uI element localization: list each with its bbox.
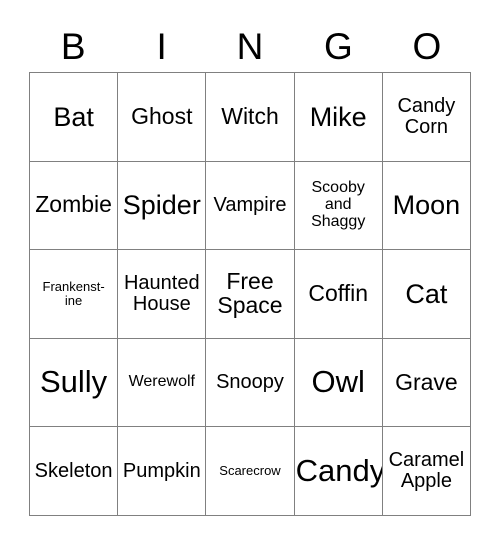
bingo-cell-label: Vampire — [213, 193, 287, 216]
bingo-cell-label: Werewolf — [128, 373, 195, 391]
bingo-cell-label: Spider — [122, 190, 201, 221]
bingo-cell[interactable]: Pumpkin — [118, 427, 207, 516]
bingo-cell-free-space[interactable]: Free Space — [206, 250, 295, 339]
bingo-cell[interactable]: Bat — [30, 73, 119, 162]
bingo-header-letter-g: G — [324, 25, 353, 67]
bingo-cell[interactable]: Mike — [294, 73, 383, 162]
bingo-cell[interactable]: Cat — [382, 250, 471, 339]
bingo-cell-label: Pumpkin — [122, 459, 201, 482]
bingo-cell-label: Cat — [405, 278, 448, 309]
bingo-header-letter-n: N — [236, 25, 264, 67]
bingo-cell[interactable]: Snoopy — [206, 338, 295, 428]
bingo-cell-label: Frankenst- ine — [42, 279, 105, 308]
bingo-cell[interactable]: Sully — [30, 338, 119, 428]
bingo-cell-label: Scarecrow — [219, 463, 281, 479]
bingo-cell-label: Snoopy — [216, 371, 284, 394]
bingo-cell[interactable]: Werewolf — [118, 338, 207, 428]
bingo-cell-label: Skeleton — [34, 459, 113, 482]
bingo-cell[interactable]: Zombie — [30, 161, 119, 251]
bingo-cell-label: Moon — [392, 190, 461, 221]
bingo-cell[interactable]: Grave — [382, 338, 471, 428]
bingo-cell-label: Free Space — [217, 268, 283, 318]
bingo-cell[interactable]: Scooby and Shaggy — [294, 161, 383, 251]
bingo-cell[interactable]: Ghost — [118, 73, 207, 162]
bingo-cell[interactable]: Frankenst- ine — [30, 250, 119, 339]
bingo-cell[interactable]: Candy Corn — [382, 73, 471, 162]
bingo-header-letter-o: O — [412, 25, 442, 67]
bingo-cell-label: Caramel Apple — [388, 449, 465, 493]
bingo-cell-label: Witch — [221, 102, 279, 129]
bingo-cell[interactable]: Witch — [206, 73, 295, 162]
bingo-card: B I N G O Bat Ghost Witch Mike Candy Cor… — [0, 0, 500, 544]
bingo-cell-label: Candy — [295, 453, 383, 489]
bingo-cell-label: Grave — [395, 368, 458, 395]
bingo-grid: Bat Ghost Witch Mike Candy Corn Zombie S… — [29, 72, 471, 516]
bingo-cell-label: Mike — [309, 101, 367, 132]
bingo-cell[interactable]: Candy — [294, 427, 383, 516]
bingo-cell[interactable]: Skeleton — [30, 427, 119, 516]
bingo-cell-label: Owl — [311, 364, 365, 400]
bingo-header-letter-b: B — [60, 25, 86, 67]
bingo-cell[interactable]: Coffin — [294, 250, 383, 339]
bingo-cell[interactable]: Owl — [294, 338, 383, 428]
bingo-cell-label: Bat — [53, 101, 94, 132]
bingo-cell-label: Ghost — [131, 102, 193, 129]
bingo-cell[interactable]: Scarecrow — [206, 427, 295, 516]
bingo-cell-label: Sully — [39, 364, 108, 400]
bingo-cell-label: Candy Corn — [397, 95, 456, 138]
bingo-header-letter-i: I — [156, 25, 167, 67]
bingo-cell-label: Coffin — [308, 280, 369, 307]
bingo-cell[interactable]: Moon — [382, 161, 471, 251]
bingo-cell[interactable]: Vampire — [206, 161, 295, 251]
bingo-cell-label: Haunted House — [123, 272, 200, 315]
bingo-cell-label: Scooby and Shaggy — [311, 179, 366, 230]
bingo-cell[interactable]: Caramel Apple — [382, 427, 471, 516]
bingo-header-row: B I N G O — [29, 20, 471, 72]
bingo-cell-label: Zombie — [35, 191, 112, 218]
bingo-cell[interactable]: Haunted House — [118, 250, 207, 339]
bingo-cell[interactable]: Spider — [118, 161, 207, 251]
